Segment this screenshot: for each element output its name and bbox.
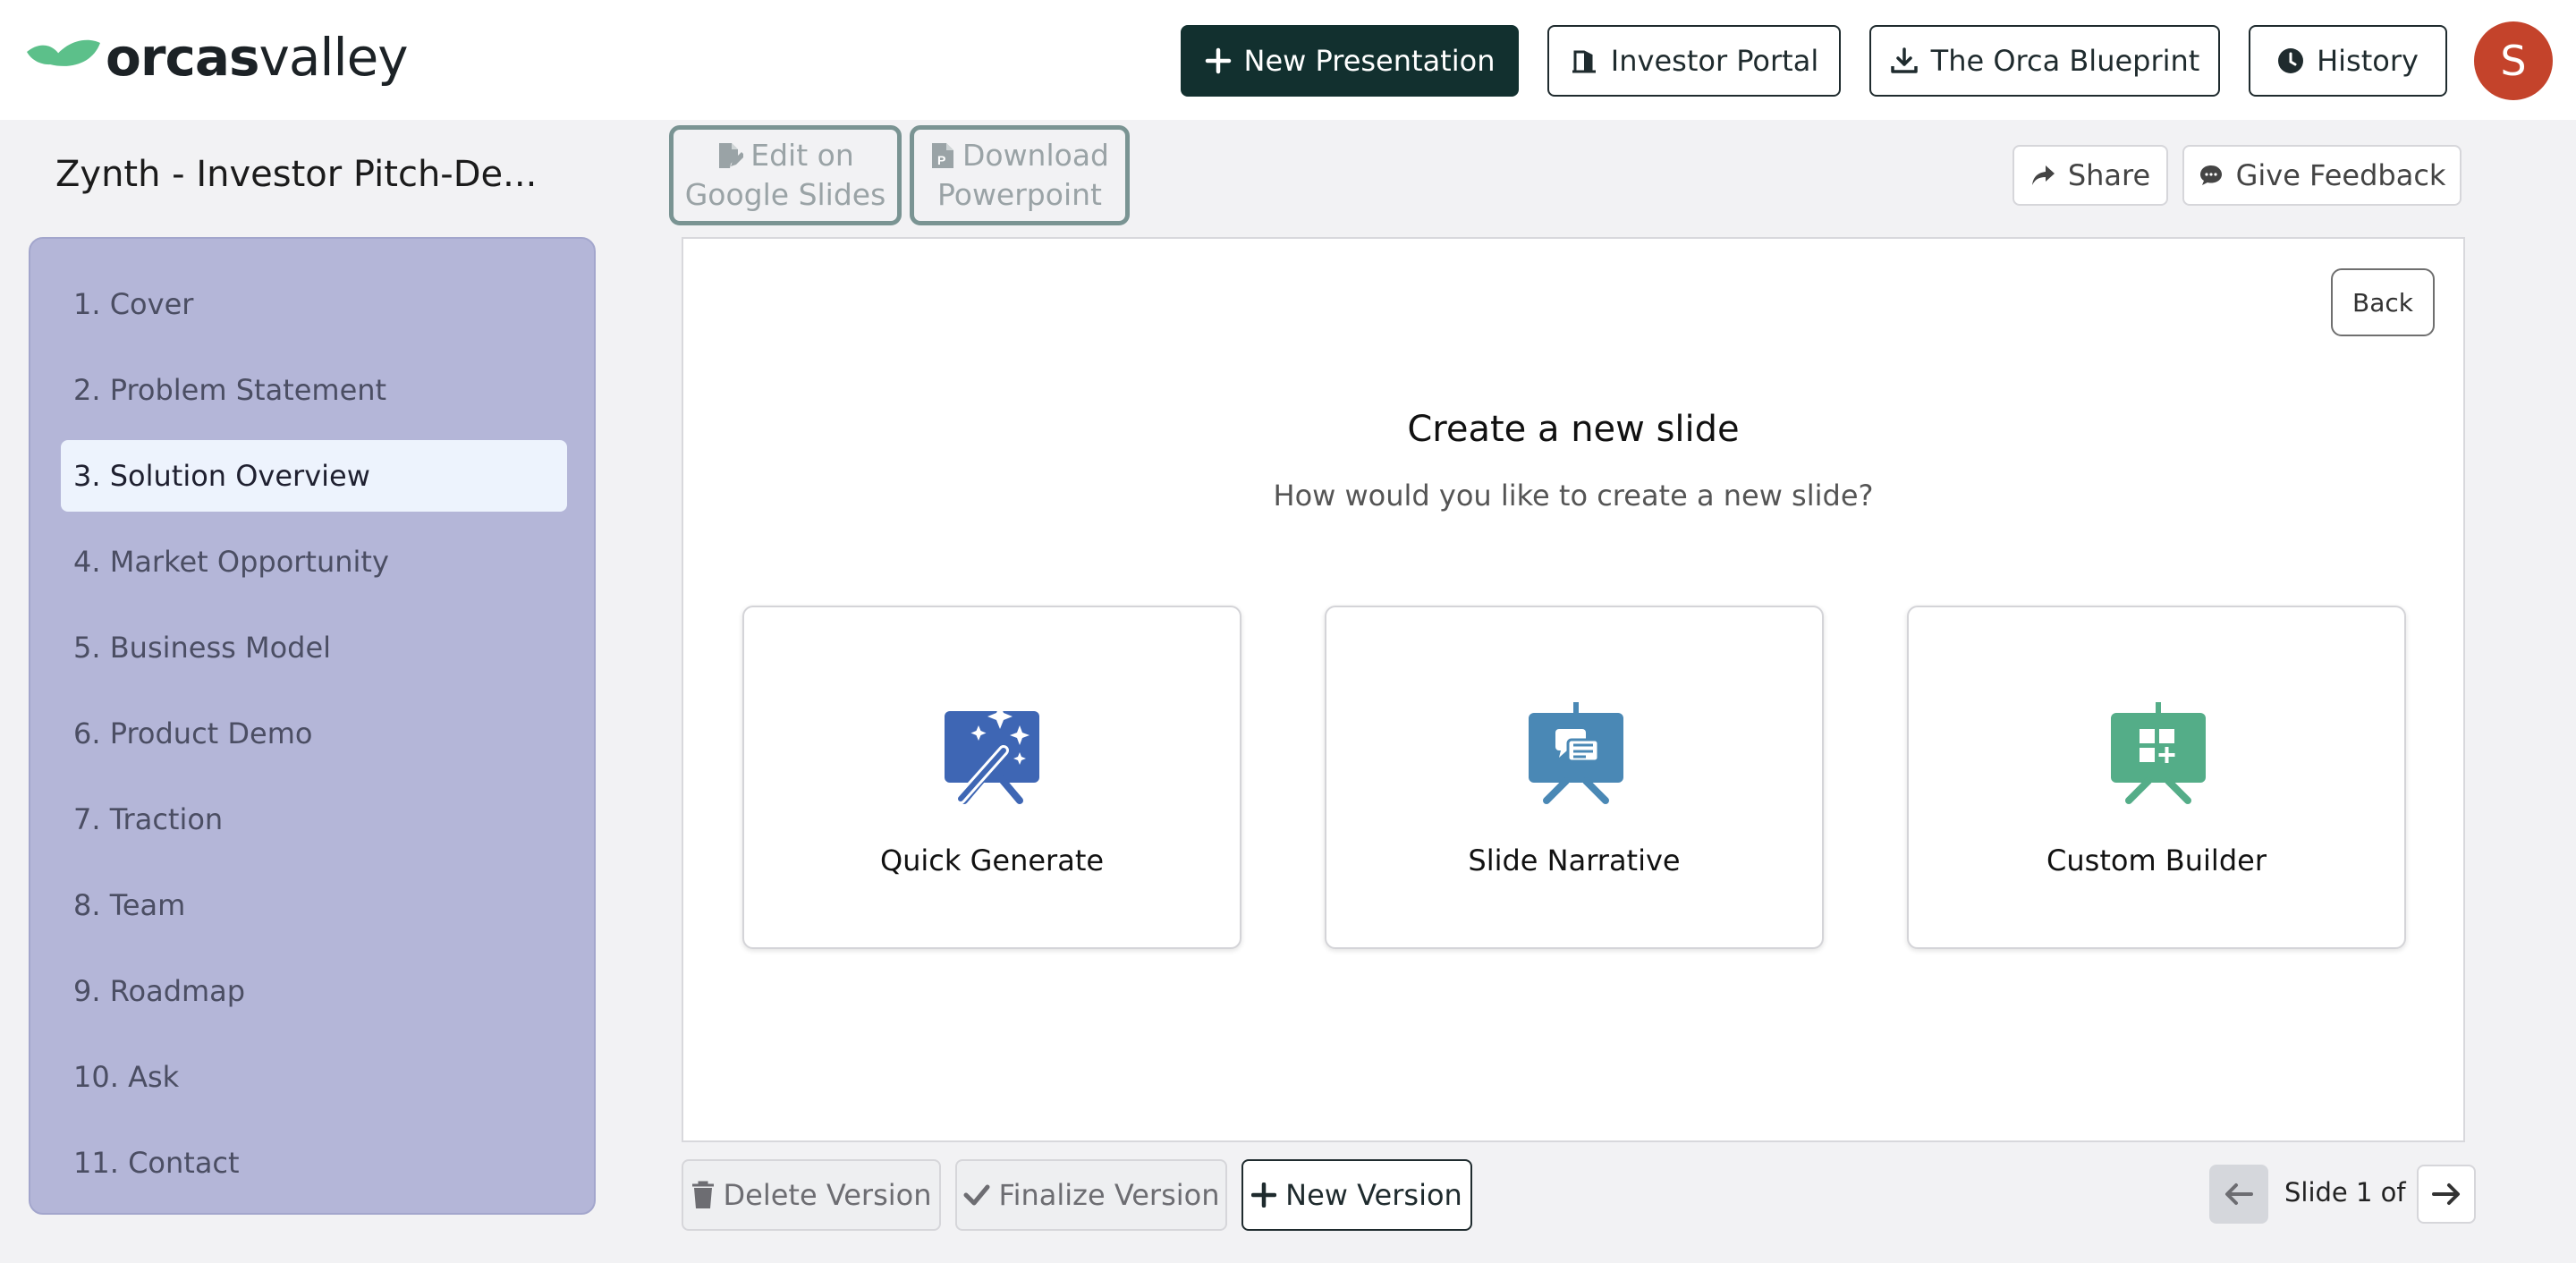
leaf-icon [23,34,102,81]
previous-slide-button[interactable] [2209,1165,2268,1224]
sidebar-item-label: 4. Market Opportunity [73,545,389,579]
sidebar-item-traction[interactable]: 7. Traction [61,784,567,855]
svg-text:P: P [937,153,945,167]
magic-presentation-icon [945,702,1043,806]
create-slide-subtitle: How would you like to create a new slide… [683,479,2463,513]
quick-generate-label: Quick Generate [744,843,1240,877]
sidebar-item-label: 1. Cover [73,287,193,321]
sidebar-item-label: 10. Ask [73,1060,179,1094]
share-arrow-icon [2030,164,2055,187]
sidebar-item-label: 11. Contact [73,1146,240,1180]
sidebar-item-label: 9. Roadmap [73,974,245,1008]
sidebar-item-label: 2. Problem Statement [73,373,386,407]
sidebar-item-business-model[interactable]: 5. Business Model [61,612,567,683]
door-icon [1570,47,1598,75]
delete-version-label: Delete Version [724,1178,932,1212]
sidebar-item-cover[interactable]: 1. Cover [61,268,567,340]
feedback-label: Give Feedback [2236,158,2446,192]
download-line2: Powerpoint [937,175,1102,215]
sidebar-item-contact[interactable]: 11. Contact [61,1127,567,1199]
investor-portal-button[interactable]: Investor Portal [1547,25,1841,97]
share-button[interactable]: Share [2012,145,2168,206]
new-presentation-label: New Presentation [1244,44,1496,78]
arrow-right-icon [2431,1182,2462,1207]
next-slide-button[interactable] [2417,1165,2476,1224]
finalize-version-button[interactable]: Finalize Version [955,1159,1227,1231]
finalize-version-label: Finalize Version [999,1178,1220,1212]
powerpoint-file-icon: P [930,141,955,170]
history-label: History [2317,44,2419,78]
deck-title: Zynth - Investor Pitch-De... [55,154,537,195]
sidebar-item-label: 3. Solution Overview [73,459,370,493]
create-slide-title: Create a new slide [683,409,2463,450]
new-version-label: New Version [1285,1178,1462,1212]
give-feedback-button[interactable]: Give Feedback [2182,145,2462,206]
sidebar-item-problem-statement[interactable]: 2. Problem Statement [61,354,567,426]
download-line1: Download [962,136,1109,175]
history-button[interactable]: History [2249,25,2447,97]
share-label: Share [2068,158,2150,192]
slide-counter: Slide 1 of 1 [2284,1177,2430,1208]
sidebar-item-product-demo[interactable]: 6. Product Demo [61,698,567,769]
plus-icon [1205,47,1232,74]
sidebar-item-label: 8. Team [73,888,185,922]
slide-narrative-card[interactable]: Slide Narrative [1325,606,1824,949]
chat-presentation-icon [1527,702,1625,806]
file-edit-icon [716,141,743,170]
edit-google-slides-button[interactable]: Edit on Google Slides [669,125,902,225]
sidebar-item-label: 6. Product Demo [73,716,312,750]
custom-builder-card[interactable]: Custom Builder [1907,606,2406,949]
sidebar-item-solution-overview[interactable]: 3. Solution Overview [61,440,567,512]
trash-icon [691,1181,715,1209]
check-icon [963,1183,990,1207]
slide-canvas: Back Create a new slide How would you li… [682,237,2465,1142]
custom-builder-label: Custom Builder [1909,843,2404,877]
download-icon [1890,47,1919,75]
sidebar-item-label: 7. Traction [73,802,223,836]
back-button[interactable]: Back [2331,268,2435,336]
brand-name-bold: orcas [106,27,259,88]
slide-outline-sidebar: 1. Cover 2. Problem Statement 3. Solutio… [29,237,596,1215]
sidebar-item-roadmap[interactable]: 9. Roadmap [61,955,567,1027]
user-avatar[interactable]: S [2474,21,2553,100]
plus-icon [1251,1182,1276,1208]
builder-presentation-icon [2109,702,2207,806]
sidebar-item-label: 5. Business Model [73,631,331,665]
brand-logo[interactable]: orcasvalley [23,30,408,84]
avatar-initial: S [2500,37,2526,85]
brand-name-light: valley [259,27,408,88]
download-powerpoint-button[interactable]: P Download Powerpoint [910,125,1130,225]
top-header: orcasvalley New Presentation Investor Po… [0,0,2576,120]
sidebar-item-team[interactable]: 8. Team [61,869,567,941]
comment-icon [2199,164,2224,187]
investor-portal-label: Investor Portal [1611,44,1818,78]
orca-blueprint-label: The Orca Blueprint [1931,44,2200,78]
new-presentation-button[interactable]: New Presentation [1181,25,1519,97]
clock-icon [2277,47,2304,74]
new-version-button[interactable]: New Version [1241,1159,1472,1231]
delete-version-button[interactable]: Delete Version [682,1159,941,1231]
sidebar-item-market-opportunity[interactable]: 4. Market Opportunity [61,526,567,598]
edit-line2: Google Slides [685,175,886,215]
arrow-left-icon [2224,1182,2254,1207]
slide-narrative-label: Slide Narrative [1326,843,1822,877]
sidebar-item-ask[interactable]: 10. Ask [61,1041,567,1113]
edit-line1: Edit on [750,136,854,175]
orca-blueprint-button[interactable]: The Orca Blueprint [1869,25,2220,97]
quick-generate-card[interactable]: Quick Generate [742,606,1241,949]
